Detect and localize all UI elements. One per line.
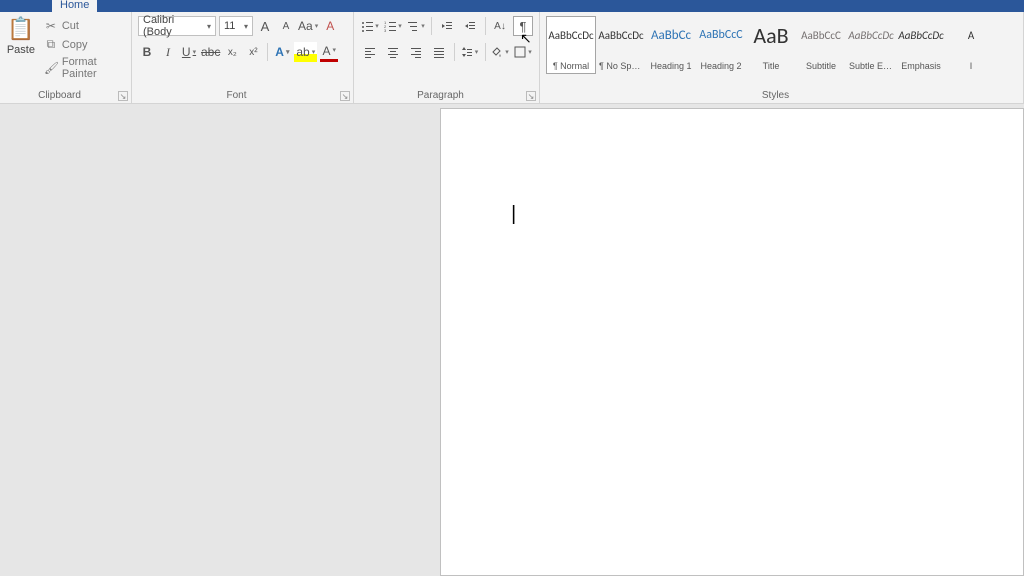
text-effects-button[interactable]: A — [273, 42, 291, 62]
style-item[interactable]: AaBbCcDc Subtle Em… — [846, 16, 896, 74]
paste-icon: 📋 — [7, 18, 34, 40]
separator — [485, 43, 486, 61]
group-styles: AaBbCcDc¶ NormalAaBbCcDc¶ No Spac…AaBbCc… — [540, 12, 1024, 103]
style-preview: AaBbCc — [651, 21, 691, 49]
style-preview: AaBbCcC — [699, 21, 742, 49]
superscript-button[interactable]: x² — [244, 42, 262, 62]
increase-indent-button[interactable] — [460, 16, 480, 36]
mouse-cursor-icon: ↖ — [520, 30, 532, 47]
document-page[interactable]: ▏ — [440, 108, 1024, 576]
format-painter-button[interactable]: 🖌 Format Painter — [42, 55, 125, 81]
style-item[interactable]: AaBbCcC Heading 2 — [696, 16, 746, 74]
style-name: Heading 2 — [699, 61, 743, 71]
shading-button[interactable] — [490, 42, 510, 62]
italic-button[interactable]: I — [159, 42, 177, 62]
style-preview: AaBbCcDc — [898, 21, 943, 49]
style-preview: AaBbCcDc — [598, 21, 643, 49]
style-name: Title — [749, 61, 793, 71]
font-size-value: 11 — [224, 20, 235, 32]
text-caret-icon: ▏ — [513, 205, 525, 225]
group-paragraph: 123 A↓ ¶ Paragraph ↘ — [354, 12, 540, 103]
strikethrough-button[interactable]: abc — [201, 42, 220, 62]
group-label-paragraph: Paragraph — [354, 90, 527, 101]
style-name: ¶ No Spac… — [599, 61, 643, 71]
font-size-combo[interactable]: 11 ▾ — [219, 16, 253, 36]
copy-label: Copy — [62, 39, 88, 51]
style-preview: A — [968, 21, 974, 49]
style-item[interactable]: AaBbCcDc ¶ Normal — [546, 16, 596, 74]
group-label-font: Font — [132, 90, 341, 101]
numbering-button[interactable]: 123 — [383, 16, 403, 36]
bold-button[interactable]: B — [138, 42, 156, 62]
style-item[interactable]: AaBbCcDc ¶ No Spac… — [596, 16, 646, 74]
multilevel-list-button[interactable] — [406, 16, 426, 36]
ribbon: 📋 Paste ✂ Cut ⧉ Copy 🖌 Format Painter Cl… — [0, 12, 1024, 104]
chevron-down-icon: ▾ — [203, 22, 211, 31]
style-preview: AaB — [753, 21, 788, 49]
tab-home[interactable]: Home — [52, 0, 97, 12]
chevron-down-icon: ▾ — [240, 22, 248, 31]
style-item[interactable]: AaB Title — [746, 16, 796, 74]
justify-button[interactable] — [429, 42, 449, 62]
cut-button[interactable]: ✂ Cut — [42, 18, 125, 34]
style-name: Emphasis — [899, 61, 943, 71]
document-area: ▏ — [0, 104, 1024, 576]
style-item[interactable]: AaBbCcC Subtitle — [796, 16, 846, 74]
subscript-button[interactable]: x₂ — [223, 42, 241, 62]
clear-formatting-button[interactable]: A — [321, 16, 339, 36]
separator — [485, 17, 486, 35]
font-color-button[interactable]: A — [320, 42, 338, 62]
change-case-button[interactable]: Aa — [298, 16, 318, 36]
separator — [431, 17, 432, 35]
clipboard-dialog-launcher[interactable]: ↘ — [118, 91, 128, 101]
left-gutter — [0, 104, 440, 576]
style-preview: AaBbCcDc — [548, 21, 593, 49]
style-preview: AaBbCcDc — [848, 21, 893, 49]
separator — [454, 43, 455, 61]
style-item[interactable]: AaBbCcDc Emphasis — [896, 16, 946, 74]
align-right-button[interactable] — [406, 42, 426, 62]
style-preview: AaBbCcC — [801, 21, 841, 49]
font-name-value: Calibri (Body — [143, 14, 203, 38]
highlight-button[interactable]: ab — [294, 42, 317, 62]
group-label-clipboard: Clipboard — [0, 90, 119, 101]
style-item[interactable]: AI — [946, 16, 996, 74]
sort-button[interactable]: A↓ — [490, 16, 510, 36]
line-spacing-button[interactable] — [460, 42, 480, 62]
font-name-combo[interactable]: Calibri (Body ▾ — [138, 16, 216, 36]
font-dialog-launcher[interactable]: ↘ — [340, 91, 350, 101]
separator — [267, 43, 268, 61]
style-name: Subtitle — [799, 61, 843, 71]
style-name: Subtle Em… — [849, 61, 893, 71]
bullets-button[interactable] — [360, 16, 380, 36]
align-center-button[interactable] — [383, 42, 403, 62]
group-clipboard: 📋 Paste ✂ Cut ⧉ Copy 🖌 Format Painter Cl… — [0, 12, 132, 103]
copy-button[interactable]: ⧉ Copy — [42, 36, 125, 53]
cut-icon: ✂ — [44, 19, 58, 33]
cut-label: Cut — [62, 20, 79, 32]
copy-icon: ⧉ — [44, 37, 58, 52]
svg-text:3: 3 — [384, 28, 387, 32]
group-label-styles: Styles — [540, 90, 1011, 101]
align-left-button[interactable] — [360, 42, 380, 62]
decrease-indent-button[interactable] — [437, 16, 457, 36]
styles-gallery[interactable]: AaBbCcDc¶ NormalAaBbCcDc¶ No Spac…AaBbCc… — [546, 16, 1017, 74]
format-painter-icon: 🖌 — [44, 61, 58, 75]
style-name: I — [949, 61, 993, 71]
underline-button[interactable]: U — [180, 42, 198, 62]
style-name: ¶ Normal — [549, 61, 593, 71]
ribbon-tabstrip: Home — [0, 0, 1024, 12]
shrink-font-button[interactable]: A — [277, 16, 295, 36]
paste-button[interactable]: 📋 Paste — [6, 16, 36, 81]
style-name: Heading 1 — [649, 61, 693, 71]
style-item[interactable]: AaBbCc Heading 1 — [646, 16, 696, 74]
paragraph-dialog-launcher[interactable]: ↘ — [526, 91, 536, 101]
grow-font-button[interactable]: A — [256, 16, 274, 36]
format-painter-label: Format Painter — [62, 56, 123, 80]
paste-label: Paste — [7, 44, 35, 56]
group-font: Calibri (Body ▾ 11 ▾ A A Aa A B I U abc … — [132, 12, 354, 103]
